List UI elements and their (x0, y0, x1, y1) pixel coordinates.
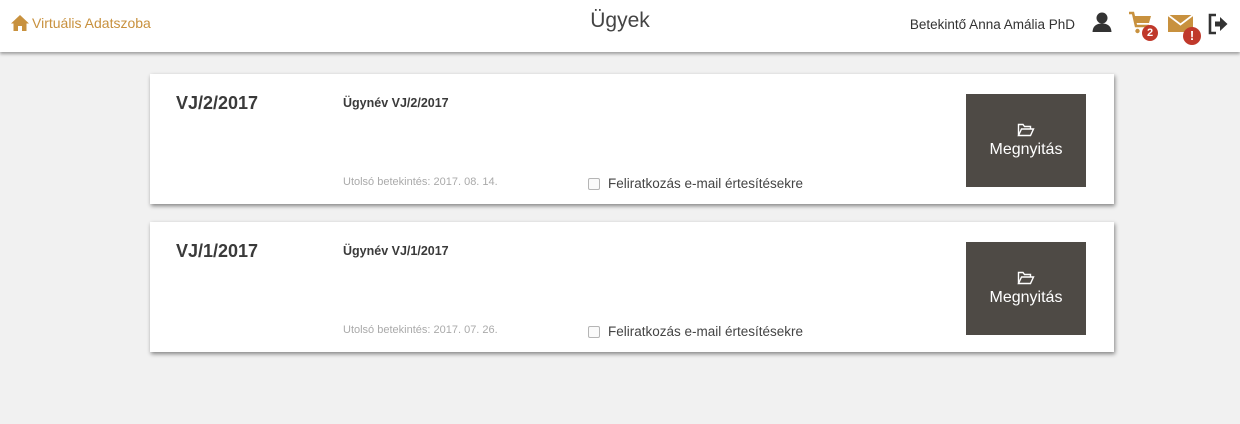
open-case-button[interactable]: Megnyitás (966, 94, 1086, 187)
subscribe-checkbox[interactable] (588, 325, 600, 338)
user-name: Betekintő Anna Amália PhD (909, 17, 1075, 32)
subscribe-toggle[interactable]: Feliratkozás e-mail értesítésekre (588, 176, 803, 191)
case-card: VJ/1/2017 Ügynév VJ/1/2017 Utolsó beteki… (150, 222, 1114, 352)
brand-label: Virtuális Adatszoba (32, 15, 151, 31)
open-case-button[interactable]: Megnyitás (966, 242, 1086, 335)
brand-link[interactable]: Virtuális Adatszoba (10, 13, 151, 33)
case-name: Ügynév VJ/2/2017 (343, 96, 449, 110)
user-icon[interactable] (1091, 11, 1113, 35)
cart-button[interactable]: 2 (1128, 11, 1164, 45)
last-view-date: Utolsó betekintés: 2017. 08. 14. (343, 176, 498, 188)
case-card: VJ/2/2017 Ügynév VJ/2/2017 Utolsó beteki… (150, 74, 1114, 204)
mail-button[interactable]: ! (1167, 12, 1203, 46)
folder-open-icon (1017, 271, 1035, 284)
mail-alert-badge: ! (1183, 27, 1201, 45)
open-button-label: Megnyitás (989, 288, 1063, 306)
last-view-date: Utolsó betekintés: 2017. 07. 26. (343, 324, 498, 336)
subscribe-label: Feliratkozás e-mail értesítésekre (608, 324, 804, 339)
subscribe-toggle[interactable]: Feliratkozás e-mail értesítésekre (588, 324, 803, 339)
case-code: VJ/2/2017 (176, 93, 259, 113)
top-navbar: Virtuális Adatszoba Ügyek Betekintő Anna… (0, 0, 1240, 52)
folder-open-icon (1017, 123, 1035, 136)
case-code: VJ/1/2017 (176, 241, 259, 261)
subscribe-checkbox[interactable] (588, 177, 600, 190)
open-button-label: Megnyitás (989, 140, 1063, 158)
home-icon (11, 15, 29, 31)
case-name: Ügynév VJ/1/2017 (343, 244, 449, 258)
subscribe-label: Feliratkozás e-mail értesítésekre (608, 176, 804, 191)
logout-icon[interactable] (1207, 13, 1229, 35)
page-title: Ügyek (590, 9, 650, 32)
cart-count-badge: 2 (1142, 25, 1158, 41)
